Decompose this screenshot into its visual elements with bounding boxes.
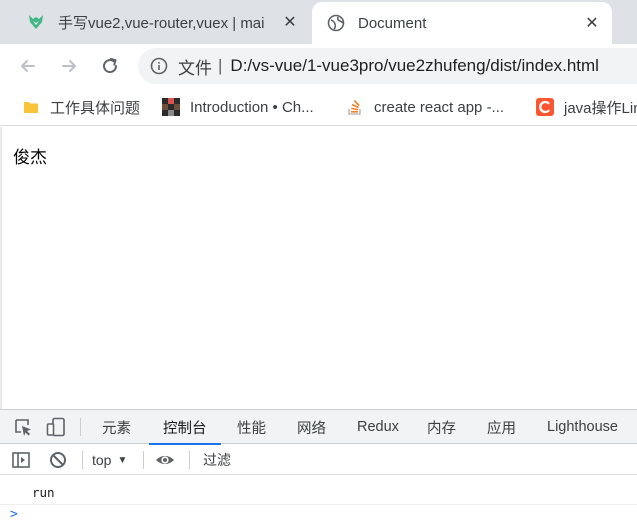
arrow-right-icon xyxy=(62,60,76,72)
reload-button[interactable] xyxy=(96,52,124,80)
url-text[interactable]: D:/vs-vue/1-vue3pro/vue2zhufeng/dist/ind… xyxy=(230,56,599,76)
eye-icon[interactable] xyxy=(155,450,175,470)
tab-performance[interactable]: 性能 xyxy=(237,410,266,444)
back-button[interactable] xyxy=(14,52,42,80)
tab-network[interactable]: 网络 xyxy=(297,410,326,444)
device-toggle-icon[interactable] xyxy=(46,417,66,437)
tab-console[interactable]: 控制台 xyxy=(149,410,221,445)
tab-application[interactable]: 应用 xyxy=(487,410,516,444)
bookmark-label: 工作具体问题 xyxy=(50,99,141,117)
bookmark-create-react-app[interactable]: create react app -... xyxy=(346,96,522,118)
toolbar-divider xyxy=(80,418,81,436)
tab-document[interactable]: Document ✕ xyxy=(312,2,612,44)
globe-icon xyxy=(326,13,346,33)
tab-lighthouse[interactable]: Lighthouse xyxy=(547,410,618,444)
page-text: 俊杰 xyxy=(13,148,47,167)
reload-icon xyxy=(103,58,118,74)
bookmark-introduction[interactable]: Introduction • Ch... xyxy=(162,96,332,118)
tab-title: 手写vue2,vue-router,vuex | mai xyxy=(58,14,265,32)
tab-elements[interactable]: 元素 xyxy=(102,410,131,444)
folder-icon xyxy=(22,98,40,116)
stackoverflow-icon xyxy=(346,98,364,116)
toolbar-divider xyxy=(143,451,144,469)
clear-console-icon[interactable] xyxy=(48,450,68,470)
console-output: run > xyxy=(0,476,637,521)
tab-vue-article[interactable]: 手写vue2,vue-router,vuex | mai ✕ xyxy=(14,0,310,44)
close-icon[interactable]: ✕ xyxy=(278,10,302,34)
csdn-icon xyxy=(536,98,554,116)
toolbar-divider xyxy=(189,451,190,469)
devtools-tab-bar: 元素 控制台 性能 网络 Redux 内存 应用 Lighthouse xyxy=(0,410,637,445)
toolbar-divider xyxy=(82,451,83,469)
tab-memory[interactable]: 内存 xyxy=(427,410,456,444)
console-toolbar: top ▼ xyxy=(0,445,637,475)
console-message: run xyxy=(32,485,55,500)
scheme-label: 文件 xyxy=(178,58,212,78)
inspect-element-icon[interactable] xyxy=(13,417,33,437)
close-icon[interactable]: ✕ xyxy=(580,11,604,35)
divider xyxy=(0,504,637,505)
forward-button[interactable] xyxy=(55,52,83,80)
bookmark-label: create react app -... xyxy=(374,98,505,116)
info-icon[interactable] xyxy=(150,57,168,75)
address-bar[interactable]: 文件 | D:/vs-vue/1-vue3pro/vue2zhufeng/dis… xyxy=(138,48,637,84)
console-prompt[interactable]: > xyxy=(10,507,18,521)
context-selector[interactable]: top ▼ xyxy=(92,450,127,470)
context-value: top xyxy=(92,452,112,468)
url-separator: | xyxy=(218,56,223,75)
caret-down-icon: ▼ xyxy=(117,454,128,466)
bookmark-label: java操作Linux xyxy=(564,99,637,117)
bookmark-folder[interactable]: 工作具体问题 xyxy=(22,96,148,118)
devtools-panel: 元素 控制台 性能 网络 Redux 内存 应用 Lighthouse top … xyxy=(0,409,637,521)
arrow-left-icon xyxy=(21,60,35,72)
tab-title: Document xyxy=(358,14,427,32)
bookmark-java-linux[interactable]: java操作Linux xyxy=(536,96,637,118)
browser-toolbar: 文件 | D:/vs-vue/1-vue3pro/vue2zhufeng/dis… xyxy=(0,44,637,88)
tab-strip: 手写vue2,vue-router,vuex | mai ✕ Document … xyxy=(0,0,637,44)
bookmarks-bar: 工作具体问题 Introduction • Ch... create react… xyxy=(0,88,637,126)
page-viewport: 俊杰 xyxy=(0,127,637,409)
filter-input[interactable] xyxy=(197,449,617,471)
pixel-logo-icon xyxy=(162,98,180,116)
vue-fox-icon xyxy=(26,12,46,32)
tab-redux[interactable]: Redux xyxy=(357,410,399,444)
sidebar-toggle-icon[interactable] xyxy=(11,450,31,470)
bookmark-label: Introduction • Ch... xyxy=(190,98,314,116)
